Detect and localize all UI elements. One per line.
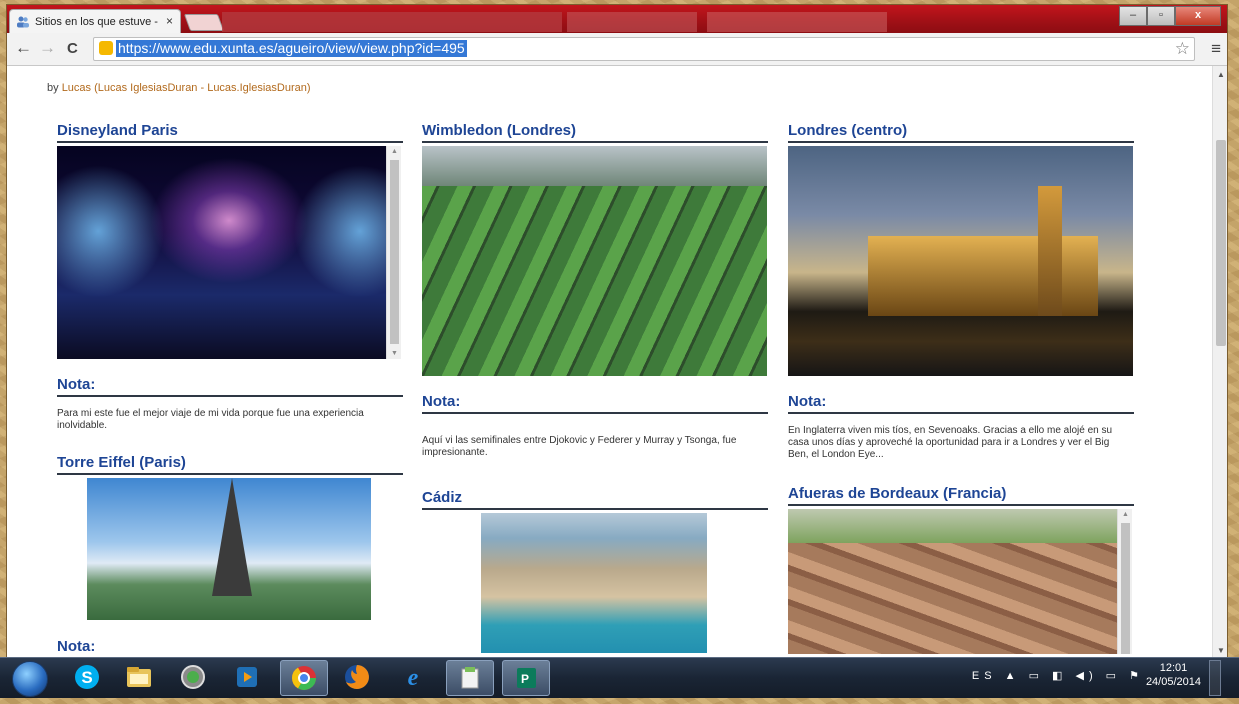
cadiz-photo <box>481 513 707 653</box>
author-link[interactable]: Lucas (Lucas IglesiasDuran - Lucas.Igles… <box>62 82 311 94</box>
note-text: En Inglaterra viven mis tíos, en Sevenoa… <box>788 425 1113 460</box>
photo-scrollbar[interactable]: ▲ ▼ <box>386 146 401 359</box>
chrome-icon[interactable] <box>280 660 328 696</box>
notes-icon[interactable] <box>446 660 494 696</box>
note-title: Nota: <box>788 393 1134 414</box>
close-window-button[interactable]: x <box>1175 6 1221 26</box>
bordeaux-photo: ▲ <box>788 509 1132 654</box>
explorer-icon[interactable] <box>116 660 162 694</box>
minimize-button[interactable]: – <box>1119 6 1147 26</box>
section-title-wimbledon: Wimbledon (Londres) <box>422 122 768 143</box>
language-indicator[interactable]: ES <box>972 670 997 682</box>
publisher-icon[interactable]: P <box>502 660 550 696</box>
scroll-down-icon[interactable]: ▼ <box>1217 646 1225 655</box>
site-lock-icon <box>99 41 113 55</box>
skype-icon[interactable]: S <box>64 660 110 694</box>
users-icon <box>16 15 30 28</box>
title-bar: Sitios en los que estuve - × – ▫ x <box>7 5 1227 33</box>
windows-taskbar: S e P ES ▲ ▭ ◧ ◀) ▭ ⚑ 12:01 24/05/2014 <box>0 657 1239 698</box>
column-3: Londres (centro) Nota: En Inglaterra viv… <box>788 122 1134 654</box>
svg-text:P: P <box>521 672 529 686</box>
system-tray[interactable]: ES ▲ ▭ ◧ ◀) ▭ ⚑ <box>972 669 1144 682</box>
disneyland-photo: ▲ ▼ <box>57 146 401 359</box>
section-title-eiffel: Torre Eiffel (Paris) <box>57 454 403 475</box>
address-bar[interactable]: https://www.edu.xunta.es/agueiro/view/vi… <box>93 37 1195 61</box>
new-tab-button[interactable] <box>183 14 225 31</box>
svg-text:e: e <box>408 665 419 691</box>
column-2: Wimbledon (Londres) Nota: Aquí vi las se… <box>422 122 768 653</box>
scroll-up-icon[interactable]: ▲ <box>1122 511 1129 518</box>
url-text[interactable]: https://www.edu.xunta.es/agueiro/view/vi… <box>116 40 467 57</box>
big-ben-shape <box>1038 186 1062 316</box>
photo-sky <box>422 146 767 186</box>
reload-icon[interactable]: C <box>67 40 78 57</box>
scroll-thumb[interactable] <box>1121 523 1130 654</box>
eiffel-photo <box>87 478 371 620</box>
tab-title: Sitios en los que estuve - <box>35 15 158 28</box>
menu-icon[interactable]: ≡ <box>1211 39 1221 59</box>
browser-tab[interactable]: Sitios en los que estuve - × <box>9 9 181 33</box>
bookmark-star-icon[interactable]: ☆ <box>1175 39 1190 59</box>
wimbledon-photo <box>422 146 767 376</box>
tab-close-icon[interactable]: × <box>166 14 173 28</box>
browser-toolbar: ← → C https://www.edu.xunta.es/agueiro/v… <box>7 33 1227 66</box>
back-arrow-icon[interactable]: ← <box>15 38 32 58</box>
eiffel-tower-shape <box>212 478 252 596</box>
column-1: Disneyland Paris ▲ ▼ Nota: Para mi este … <box>57 122 403 659</box>
media-player-icon[interactable] <box>224 660 270 694</box>
clock-date: 24/05/2014 <box>1145 676 1201 688</box>
page-scrollbar[interactable]: ▲ ▼ <box>1212 66 1227 659</box>
firefox-icon[interactable] <box>334 660 380 694</box>
clock[interactable]: 12:01 24/05/2014 <box>1146 661 1201 689</box>
forward-arrow-icon[interactable]: → <box>39 38 56 58</box>
start-button[interactable] <box>12 661 48 697</box>
section-title-disneyland: Disneyland Paris <box>57 122 403 143</box>
svg-text:S: S <box>81 668 92 687</box>
note-title: Nota: <box>57 376 403 397</box>
byline-prefix: by <box>47 82 59 94</box>
note-text: Aquí vi las semifinales entre Djokovic y… <box>422 435 737 458</box>
parliament-shape <box>868 236 1098 316</box>
browser-window: Sitios en los que estuve - × – ▫ x ← → C… <box>6 4 1228 660</box>
blurred-tab-area <box>222 12 562 32</box>
section-title-cadiz: Cádiz <box>422 489 768 510</box>
london-photo <box>788 146 1133 376</box>
scroll-thumb[interactable] <box>1216 140 1226 346</box>
ie-icon[interactable]: e <box>390 660 436 694</box>
photo-scrollbar[interactable]: ▲ <box>1117 509 1132 654</box>
scroll-down-icon[interactable]: ▼ <box>391 350 398 357</box>
note-title: Nota: <box>422 393 768 414</box>
show-desktop-button[interactable] <box>1209 660 1221 696</box>
page-content: by Lucas (Lucas IglesiasDuran - Lucas.Ig… <box>7 66 1212 659</box>
scroll-thumb[interactable] <box>390 160 399 344</box>
maximize-button[interactable]: ▫ <box>1147 6 1175 26</box>
scroll-up-icon[interactable]: ▲ <box>1217 70 1225 79</box>
blurred-tab-area <box>567 12 697 32</box>
photo-landscape <box>788 509 1132 543</box>
scroll-up-icon[interactable]: ▲ <box>391 148 398 155</box>
byline: by Lucas (Lucas IglesiasDuran - Lucas.Ig… <box>47 82 311 94</box>
note-text: Para mi este fue el mejor viaje de mi vi… <box>57 408 364 431</box>
section-title-london: Londres (centro) <box>788 122 1134 143</box>
section-title-bordeaux: Afueras de Bordeaux (Francia) <box>788 485 1134 506</box>
clock-time: 12:01 <box>1159 662 1188 674</box>
media-center-icon[interactable] <box>170 660 216 694</box>
window-controls: – ▫ x <box>1119 6 1221 26</box>
blurred-tab-area <box>707 12 887 32</box>
note-title: Nota: <box>57 638 403 659</box>
